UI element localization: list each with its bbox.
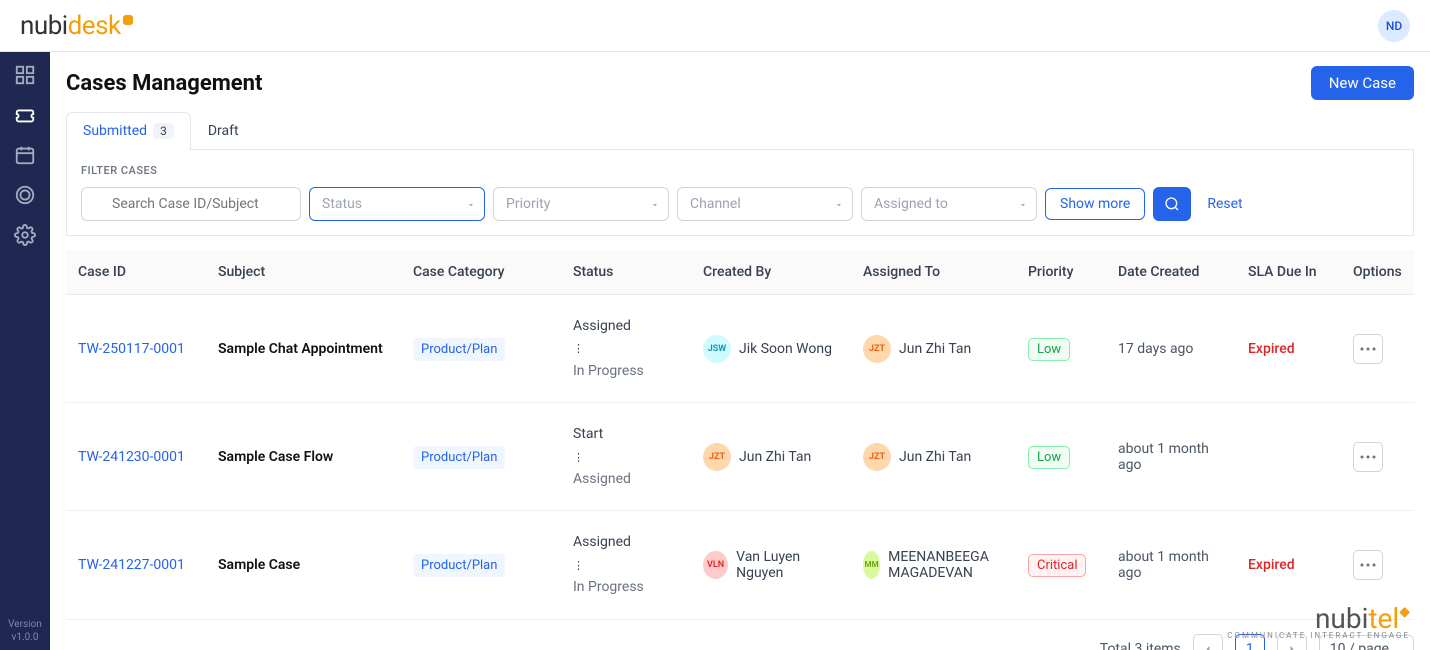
circle-icon[interactable] — [14, 184, 36, 206]
more-icon — [1360, 347, 1376, 351]
col-case-id: Case ID — [66, 250, 206, 295]
status-cell: Assigned⋮In Progress — [561, 511, 691, 619]
case-id-link[interactable]: TW-241227-0001 — [78, 557, 185, 573]
more-icon — [1360, 455, 1376, 459]
sidebar: Version v1.0.0 — [0, 52, 50, 650]
table-row: TW-241230-0001 Sample Case Flow Product/… — [66, 403, 1414, 511]
user-avatar-chip: JSW — [703, 335, 731, 363]
topbar: nubidesk ND — [0, 0, 1430, 52]
settings-icon[interactable] — [14, 224, 36, 246]
col-status: Status — [561, 250, 691, 295]
status-cell: Start⋮Assigned — [561, 403, 691, 511]
app-logo: nubidesk — [20, 11, 133, 41]
reset-link[interactable]: Reset — [1207, 196, 1242, 212]
priority-select[interactable]: Priority — [493, 187, 669, 221]
user-avatar-chip: MM — [863, 551, 880, 579]
cases-table: Case ID Subject Case Category Status Cre… — [66, 250, 1414, 620]
table-row: TW-250117-0001 Sample Chat Appointment P… — [66, 295, 1414, 403]
col-date-created: Date Created — [1106, 250, 1236, 295]
case-subject: Sample Chat Appointment — [218, 341, 383, 357]
new-case-button[interactable]: New Case — [1311, 66, 1414, 100]
row-options-button[interactable] — [1353, 550, 1383, 580]
assigned-to-select[interactable]: Assigned to — [861, 187, 1037, 221]
user-avatar-chip: VLN — [703, 551, 728, 579]
prev-page-button[interactable] — [1193, 634, 1223, 650]
user-avatar[interactable]: ND — [1378, 10, 1410, 42]
assigned-to-cell: MMMEENANBEEGA MAGADEVAN — [863, 549, 1004, 581]
col-category: Case Category — [401, 250, 561, 295]
chevron-left-icon — [1202, 643, 1214, 650]
category-badge: Product/Plan — [413, 554, 505, 577]
chevron-down-icon — [1018, 200, 1028, 210]
col-created-by: Created By — [691, 250, 851, 295]
main-content: Cases Management New Case Submitted 3 Dr… — [50, 52, 1430, 650]
status-select[interactable]: Status — [309, 187, 485, 221]
user-avatar-chip: JZT — [863, 443, 891, 471]
category-badge: Product/Plan — [413, 338, 505, 361]
filter-section: FILTER CASES Status Priority Channel — [66, 150, 1414, 236]
chevron-down-icon — [834, 200, 844, 210]
tab-submitted[interactable]: Submitted 3 — [66, 112, 191, 149]
sla-text: Expired — [1248, 341, 1295, 357]
chevron-down-icon — [1397, 646, 1407, 650]
more-icon — [1360, 563, 1376, 567]
search-icon — [1164, 196, 1180, 212]
col-subject: Subject — [206, 250, 401, 295]
category-badge: Product/Plan — [413, 446, 505, 469]
created-by-cell: VLNVan Luyen Nguyen — [703, 549, 839, 581]
brand-footer: nubitel◆ COMMUNICATE INTERACT ENGAGE — [1227, 602, 1410, 640]
case-subject: Sample Case — [218, 557, 300, 573]
tab-draft[interactable]: Draft — [191, 112, 256, 149]
tab-count-badge: 3 — [153, 123, 174, 139]
table-row: TW-241227-0001 Sample Case Product/Plan … — [66, 511, 1414, 619]
col-priority: Priority — [1016, 250, 1106, 295]
chevron-down-icon — [650, 200, 660, 210]
page-title: Cases Management — [66, 71, 262, 96]
user-avatar-chip: JZT — [703, 443, 731, 471]
sla-text: Expired — [1248, 557, 1295, 573]
col-assigned-to: Assigned To — [851, 250, 1016, 295]
col-sla: SLA Due In — [1236, 250, 1341, 295]
show-more-button[interactable]: Show more — [1045, 188, 1145, 220]
date-created-text: 17 days ago — [1118, 341, 1193, 357]
date-created-text: about 1 month ago — [1118, 441, 1209, 473]
priority-badge: Low — [1028, 338, 1070, 361]
case-subject: Sample Case Flow — [218, 449, 333, 465]
row-options-button[interactable] — [1353, 334, 1383, 364]
date-created-text: about 1 month ago — [1118, 549, 1209, 581]
ticket-icon[interactable] — [14, 104, 36, 126]
filter-section-label: FILTER CASES — [81, 164, 1399, 177]
col-options: Options — [1341, 250, 1414, 295]
user-avatar-chip: JZT — [863, 335, 891, 363]
total-items-text: Total 3 items — [1100, 641, 1181, 650]
case-id-link[interactable]: TW-250117-0001 — [78, 341, 185, 357]
dashboard-icon[interactable] — [14, 64, 36, 86]
calendar-icon[interactable] — [14, 144, 36, 166]
row-options-button[interactable] — [1353, 442, 1383, 472]
assigned-to-cell: JZTJun Zhi Tan — [863, 443, 1004, 471]
channel-select[interactable]: Channel — [677, 187, 853, 221]
created-by-cell: JZTJun Zhi Tan — [703, 443, 839, 471]
chevron-right-icon — [1286, 643, 1298, 650]
version-label: Version v1.0.0 — [8, 618, 42, 650]
priority-badge: Critical — [1028, 554, 1086, 577]
status-cell: Assigned⋮In Progress — [561, 295, 691, 403]
created-by-cell: JSWJik Soon Wong — [703, 335, 839, 363]
tabs: Submitted 3 Draft — [66, 112, 1414, 150]
search-button[interactable] — [1153, 187, 1191, 221]
chevron-down-icon — [466, 200, 476, 210]
logo-dot-icon — [123, 15, 133, 25]
priority-badge: Low — [1028, 446, 1070, 469]
pagination-footer: Total 3 items 1 10 / page — [66, 634, 1414, 650]
case-id-link[interactable]: TW-241230-0001 — [78, 449, 185, 465]
search-input[interactable] — [81, 187, 301, 221]
assigned-to-cell: JZTJun Zhi Tan — [863, 335, 1004, 363]
